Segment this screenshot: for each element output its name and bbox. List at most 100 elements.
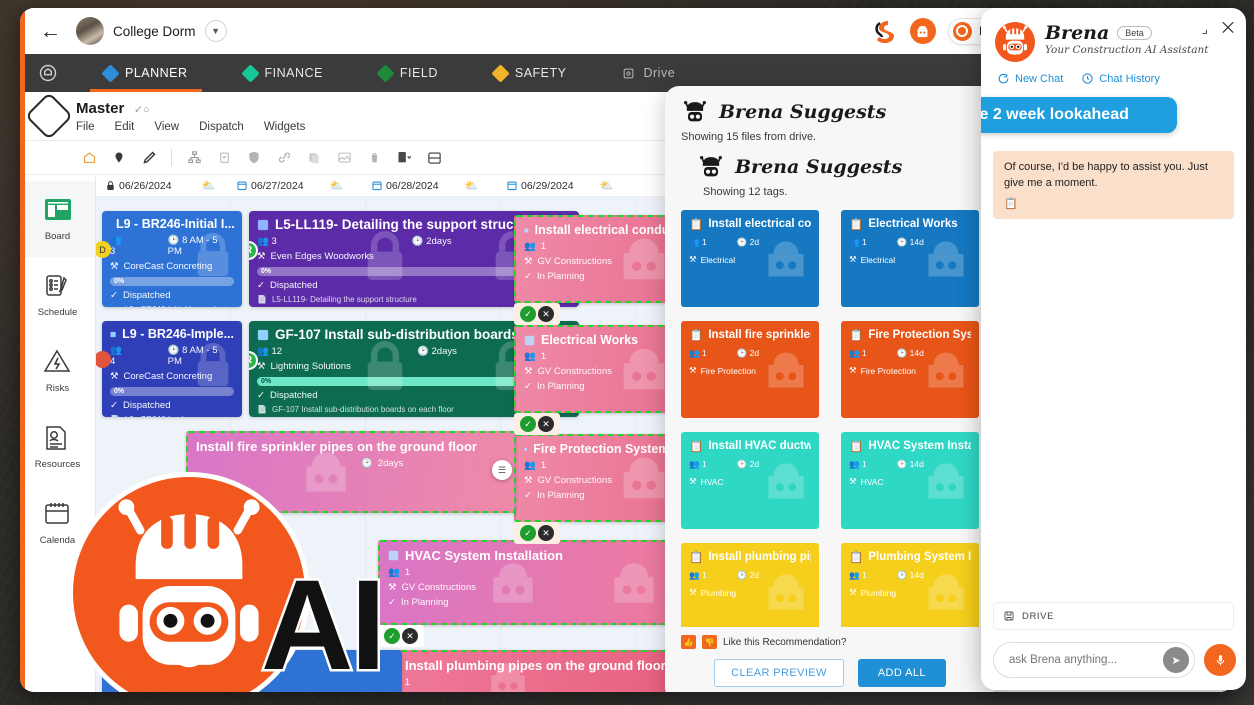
menu-item-edit[interactable]: Edit — [115, 121, 135, 133]
screen: ← College Dorm ▼ PLANNER FINANCE FIELD S… — [0, 0, 1254, 705]
task-type-icon — [110, 331, 116, 337]
image-icon[interactable] — [331, 145, 357, 171]
sidebar-item-calendar-label: Calenda — [39, 535, 76, 546]
new-chat-icon — [998, 73, 1009, 84]
link-icon[interactable] — [271, 145, 297, 171]
date-cell-3[interactable]: 06/29/2024 ⛅ — [501, 179, 636, 192]
card-resize-handle[interactable]: ☰ — [492, 460, 512, 480]
add-all-button[interactable]: ADD ALL — [857, 659, 946, 687]
task-card[interactable]: L9 - BR246-Initial I... 👥 3 🕑 8 AM - 5 P… — [102, 211, 242, 307]
menu-item-view[interactable]: View — [154, 121, 179, 133]
date-cell-1[interactable]: 06/27/2024 ⛅ — [231, 179, 366, 192]
sidebar-item-resources[interactable]: Resources — [20, 409, 95, 485]
shield-icon[interactable] — [241, 145, 267, 171]
date-cell-2[interactable]: 06/28/2024 ⛅ — [366, 179, 501, 192]
document-dropdown-icon[interactable] — [391, 145, 417, 171]
page-title: Master — [76, 99, 125, 117]
task-duration: 🕑 2days — [361, 458, 404, 469]
suggestion-meta: 👥 1 🕑 14d — [849, 570, 924, 580]
sidebar-item-calendar[interactable]: Calenda — [20, 485, 95, 561]
drive-attachment-button[interactable]: DRIVE — [993, 602, 1234, 630]
page-title-row: Master ✓○ — [76, 100, 305, 118]
home-dashboard-icon[interactable] — [20, 63, 76, 83]
x-reject-icon[interactable]: ✕ — [538, 525, 554, 541]
suggestion-card[interactable]: 📋Install fire sprinkler ... 👥 1🕑 2d ⚒ Fi… — [681, 321, 819, 418]
board-icon — [43, 196, 73, 226]
date-cell-0[interactable]: 06/26/2024 ⛅ — [96, 179, 231, 192]
preview-title: Install fire sprinkler pipes on the grou… — [196, 439, 477, 454]
preview-actions: ✓ ✕ — [514, 303, 560, 325]
suggestion-card[interactable]: 📋Install electrical con... 👥 1🕑 2d ⚒ Ele… — [681, 210, 819, 307]
x-reject-icon[interactable]: ✕ — [538, 416, 554, 432]
preview-status: ✓ In Planning — [524, 381, 585, 392]
nav-tab-field[interactable]: FIELD — [351, 54, 466, 92]
sidebar-item-board[interactable]: Board — [20, 181, 95, 257]
preview-status: ✓ In Planning — [524, 271, 585, 282]
suggestion-card[interactable]: 📋Install plumbing pip... 👥 1🕑 2d ⚒ Plumb… — [681, 543, 819, 640]
preview-task-card-wide[interactable]: Install plumbing pipes on the ground flo… — [378, 650, 694, 692]
brena-bot-icon — [684, 101, 706, 122]
layout-rows-icon[interactable] — [421, 145, 447, 171]
suggestion-card[interactable]: 📋Plumbing System In... 👥 1🕑 14d ⚒ Plumbi… — [841, 543, 979, 640]
suggestion-tag: ⚒ HVAC — [689, 476, 724, 487]
calendar-sync-icon — [507, 181, 517, 191]
menu-item-dispatch[interactable]: Dispatch — [199, 121, 244, 133]
send-arrow-icon[interactable]: ➤ — [1163, 647, 1189, 673]
chat-identity-text: Brena Beta Your Construction AI Assistan… — [1045, 22, 1208, 56]
chat-history-button[interactable]: Chat History — [1081, 72, 1160, 85]
preview-title: Fire Protection System In — [524, 442, 684, 456]
check-accept-icon[interactable]: ✓ — [520, 525, 536, 541]
preview-task-card-wide[interactable]: HVAC System Installation 👥 1 ⚒ GV Constr… — [378, 540, 694, 625]
preview-task-card-wide[interactable]: Install fire sprinkler pipes on the grou… — [186, 431, 516, 513]
clear-preview-button[interactable]: CLEAR PREVIEW — [714, 659, 844, 687]
home-icon[interactable] — [76, 145, 102, 171]
minimize-icon[interactable]: ⌟ — [1202, 21, 1208, 37]
suggests-subtitle-2: Showing 12 tags. — [703, 186, 788, 198]
x-reject-icon[interactable]: ✕ — [538, 306, 554, 322]
check-accept-icon[interactable]: ✓ — [384, 628, 400, 644]
clipboard-check-icon[interactable] — [211, 145, 237, 171]
suggestion-title: 📋HVAC System Instal... — [849, 440, 971, 453]
new-chat-button[interactable]: New Chat — [997, 72, 1063, 85]
copy-icon[interactable]: 📋 — [1004, 197, 1223, 213]
finance-icon — [240, 63, 260, 83]
suggestion-title: 📋Install plumbing pip... — [689, 551, 811, 564]
task-card-meta: 👥 4 🕑 8 AM - 5 PM — [110, 345, 234, 367]
copy-icon[interactable] — [301, 145, 327, 171]
menu-item-widgets[interactable]: Widgets — [264, 121, 306, 133]
suggestion-card[interactable]: 📋HVAC System Instal... 👥 1🕑 14d ⚒ HVAC — [841, 432, 979, 529]
back-arrow-icon[interactable]: ← — [40, 21, 61, 42]
trash-icon[interactable] — [361, 145, 387, 171]
close-icon[interactable]: ⨉ — [1222, 20, 1234, 37]
task-card[interactable]: L9 - BR246-Imple... 👥 4 🕑 8 AM - 5 PM ⚒ … — [102, 321, 242, 417]
thumbs-down-icon[interactable]: 👎 — [702, 635, 717, 649]
brena-bot-icon[interactable] — [909, 18, 936, 44]
check-accept-icon[interactable]: ✓ — [520, 306, 536, 322]
sidebar-item-schedule[interactable]: Schedule — [20, 257, 95, 333]
chevron-down-icon[interactable]: ▼ — [204, 20, 227, 42]
board-logo-icon — [24, 91, 74, 141]
project-selector[interactable]: College Dorm ▼ — [73, 14, 233, 48]
check-accept-icon[interactable]: ✓ — [520, 416, 536, 432]
suggestion-card[interactable]: 📋Fire Protection Syst... 👥 1🕑 14d ⚒ Fire… — [841, 321, 979, 418]
drive-label: DRIVE — [1022, 610, 1055, 622]
suggestion-card[interactable]: 📋 Install HVAC ductw... 👥 1 🕑 2d ⚒ HVAC — [681, 432, 819, 529]
hierarchy-icon[interactable] — [181, 145, 207, 171]
location-pin-icon[interactable] — [106, 145, 132, 171]
preview-status: ✓ In Planning — [524, 490, 585, 501]
suggestion-card[interactable]: 📋 Electrical Works 👥 1 🕑 14d ⚒ Electrical — [841, 210, 979, 307]
nav-tab-planner[interactable]: PLANNER — [76, 54, 216, 92]
microphone-icon[interactable] — [1204, 644, 1236, 676]
thumbs-up-icon[interactable]: 👍 — [681, 635, 696, 649]
chat-input[interactable] — [1009, 654, 1163, 666]
x-reject-icon[interactable]: ✕ — [402, 628, 418, 644]
chat-input-wrapper[interactable]: ➤ — [993, 642, 1195, 678]
nav-tab-finance[interactable]: FINANCE — [216, 54, 351, 92]
task-card[interactable]: Lighting Installation 🕑 2days — [102, 650, 402, 692]
preview-company: ⚒ GV Constructions — [524, 475, 612, 486]
sidebar-item-risks[interactable]: Risks — [20, 333, 95, 409]
brena-mascot-icon — [995, 22, 1035, 62]
menu-item-file[interactable]: File — [76, 121, 95, 133]
pencil-icon[interactable] — [136, 145, 162, 171]
nav-tab-safety[interactable]: SAFETY — [466, 54, 595, 92]
